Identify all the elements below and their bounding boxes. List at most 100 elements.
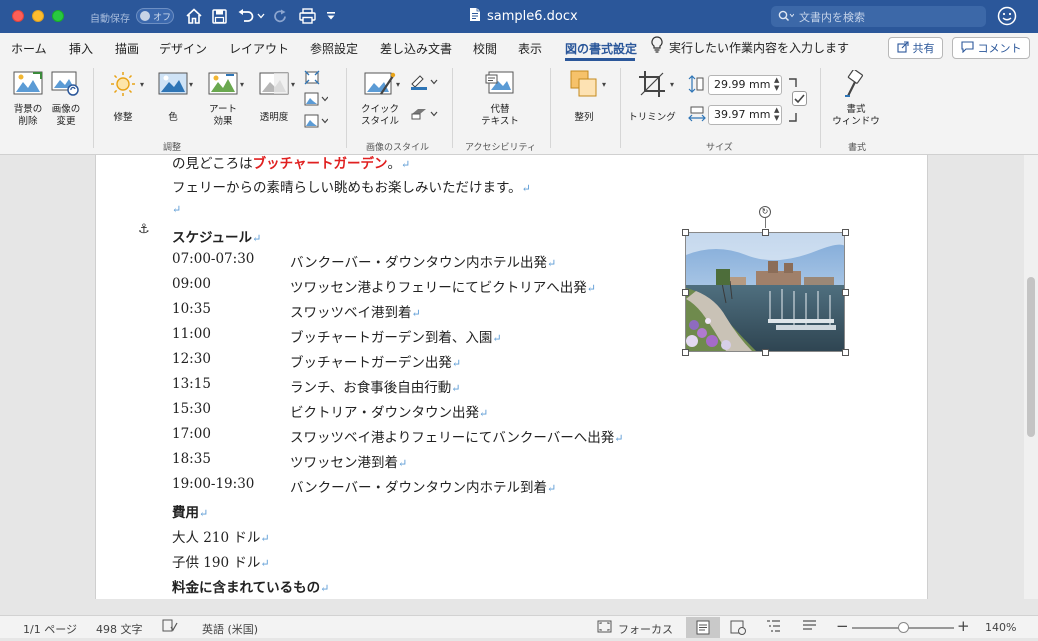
proofing-icon[interactable] <box>162 619 178 636</box>
undo-dropdown-icon[interactable] <box>256 6 266 26</box>
color-dropdown-icon[interactable]: ▾ <box>189 80 193 89</box>
height-input[interactable]: 29.99 mm <box>708 75 782 95</box>
quick-styles-dropdown-icon[interactable]: ▾ <box>396 80 400 89</box>
zoom-out-icon[interactable]: − <box>836 617 849 635</box>
window-close-button[interactable] <box>12 10 24 22</box>
intro-line[interactable]: の見どころはブッチャートガーデン。↵ <box>172 155 410 172</box>
ferry-line[interactable]: フェリーからの素晴らしい眺めもお楽しみいただけます。↵ <box>172 176 531 196</box>
rotation-handle[interactable]: ↻ <box>759 206 771 218</box>
window-maximize-button[interactable] <box>52 10 64 22</box>
selected-harbor-photo[interactable] <box>685 232 847 352</box>
feedback-smiley-icon[interactable] <box>997 6 1017 29</box>
tab-draw[interactable]: 描画 <box>115 40 139 57</box>
print-layout-icon <box>696 620 710 635</box>
adjust-group-label: 調整 <box>163 143 182 153</box>
home-icon[interactable] <box>185 6 203 26</box>
resize-handle-n[interactable] <box>762 229 769 236</box>
tab-design[interactable]: デザイン <box>159 40 207 57</box>
search-document-input[interactable]: 文書内を検索 <box>771 6 986 27</box>
focus-mode-label[interactable]: フォーカス <box>618 621 673 637</box>
schedule-heading[interactable]: スケジュール↵ <box>172 226 261 246</box>
zoom-slider-knob[interactable] <box>897 622 909 633</box>
artistic-effects-dropdown-icon[interactable]: ▾ <box>240 80 244 89</box>
schedule-desc: ブッチャートガーデン出発 <box>290 355 452 371</box>
tab-layout[interactable]: レイアウト <box>229 40 289 57</box>
schedule-time: 11:00 <box>172 326 211 342</box>
comment-label: コメント <box>977 42 1022 55</box>
resize-handle-nw[interactable] <box>682 229 689 236</box>
change-picture-small-icon[interactable] <box>304 92 329 109</box>
focus-icon[interactable] <box>597 620 612 636</box>
redo-icon[interactable] <box>271 6 289 26</box>
tab-review[interactable]: 校閲 <box>473 40 497 57</box>
web-layout-icon[interactable] <box>730 619 746 638</box>
vertical-scrollbar-thumb[interactable] <box>1027 277 1035 437</box>
lock-aspect-checkbox[interactable] <box>792 91 807 106</box>
word-count[interactable]: 498 文字 <box>96 621 143 637</box>
reset-picture-icon[interactable] <box>304 114 329 131</box>
child-cost-text: 子供 190 ドル <box>172 555 261 571</box>
adult-cost-text: 大人 210 ドル <box>172 530 261 546</box>
search-placeholder: 文書内を検索 <box>799 11 865 24</box>
group-separator <box>620 68 621 148</box>
language-status[interactable]: 英語 (米国) <box>202 621 258 637</box>
included-heading[interactable]: 料金に含まれているもの↵ <box>172 576 329 596</box>
title-bar: 自動保存 オフ sample6.docx 文書内を検索 <box>0 0 1038 33</box>
comment-button[interactable]: コメント <box>952 37 1030 59</box>
paragraph-mark: ↵ <box>320 582 330 595</box>
resize-handle-e[interactable] <box>842 289 849 296</box>
schedule-heading-text: スケジュール <box>172 230 253 246</box>
print-layout-view-button[interactable] <box>686 617 720 638</box>
resize-handle-ne[interactable] <box>842 229 849 236</box>
picture-border-icon[interactable] <box>410 74 438 93</box>
arrange-dropdown-icon[interactable]: ▾ <box>602 80 606 89</box>
share-button[interactable]: 共有 <box>888 37 943 59</box>
resize-handle-se[interactable] <box>842 349 849 356</box>
crop-dropdown-icon[interactable]: ▾ <box>670 80 674 89</box>
paragraph-mark: ↵ <box>614 432 624 445</box>
document-page[interactable]: の見どころはブッチャートガーデン。↵ フェリーからの素晴らしい眺めもお楽しみいた… <box>95 155 928 599</box>
draft-view-icon[interactable] <box>802 619 817 636</box>
compress-pictures-icon[interactable] <box>304 70 320 88</box>
width-input[interactable]: 39.97 mm <box>708 105 782 125</box>
tell-me-box[interactable]: 実行したい作業内容を入力します <box>651 36 849 56</box>
resize-handle-w[interactable] <box>682 289 689 296</box>
size-group-label: サイズ <box>706 143 733 153</box>
autosave-toggle[interactable]: オフ <box>136 8 174 24</box>
artistic-effects-label: アート 効果 <box>209 104 237 127</box>
zoom-level[interactable]: 140% <box>985 621 1016 634</box>
vertical-scrollbar[interactable] <box>1024 155 1038 599</box>
tab-mailings[interactable]: 差し込み文書 <box>380 40 452 57</box>
resize-handle-s[interactable] <box>762 349 769 356</box>
width-stepper[interactable]: ▲ ▼ <box>774 106 779 122</box>
zoom-in-icon[interactable]: + <box>957 617 970 635</box>
tab-picture-format[interactable]: 図の書式設定 <box>565 40 637 57</box>
arrange-icon <box>570 70 598 102</box>
paragraph-mark: ↵ <box>586 282 596 295</box>
resize-handle-sw[interactable] <box>682 349 689 356</box>
paragraph-mark: ↵ <box>260 532 270 545</box>
outline-view-icon[interactable] <box>766 619 781 636</box>
adult-cost-line[interactable]: 大人 210 ドル↵ <box>172 526 270 546</box>
schedule-time: 07:00-07:30 <box>172 251 255 267</box>
tab-insert[interactable]: 挿入 <box>69 40 93 57</box>
document-area[interactable]: の見どころはブッチャートガーデン。↵ フェリーからの素晴らしい眺めもお楽しみいた… <box>0 155 1024 599</box>
paragraph-mark: ↵ <box>252 232 262 245</box>
height-stepper[interactable]: ▲ ▼ <box>774 76 779 92</box>
print-icon[interactable] <box>297 6 317 26</box>
corrections-dropdown-icon[interactable]: ▾ <box>140 80 144 89</box>
empty-line[interactable]: ↵ <box>172 201 181 221</box>
window-minimize-button[interactable] <box>32 10 44 22</box>
transparency-dropdown-icon[interactable]: ▾ <box>291 80 295 89</box>
tab-view[interactable]: 表示 <box>518 40 542 57</box>
schedule-desc: ブッチャートガーデン到着、入園 <box>290 330 493 346</box>
customize-toolbar-icon[interactable] <box>325 6 337 26</box>
tab-references[interactable]: 参照設定 <box>310 40 358 57</box>
child-cost-line[interactable]: 子供 190 ドル↵ <box>172 551 270 571</box>
picture-effects-icon[interactable] <box>410 106 438 125</box>
page-count[interactable]: 1/1 ページ <box>23 621 77 637</box>
cost-heading[interactable]: 費用↵ <box>172 501 208 521</box>
save-icon[interactable] <box>210 6 228 26</box>
tab-home[interactable]: ホーム <box>11 40 47 57</box>
undo-icon[interactable] <box>235 6 255 26</box>
